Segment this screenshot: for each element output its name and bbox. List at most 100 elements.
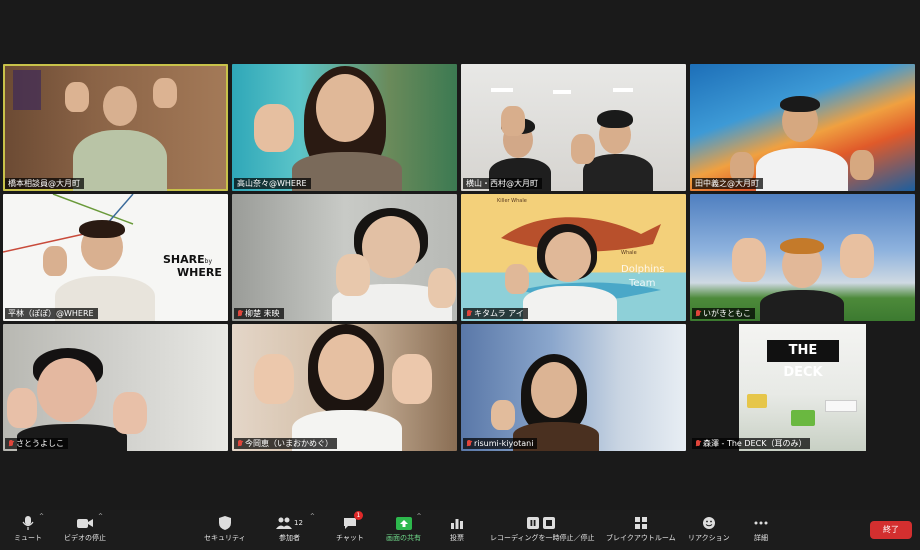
chair: [747, 394, 767, 408]
waving-hand: [113, 392, 147, 434]
chevron-up-icon[interactable]: ^: [39, 513, 44, 520]
participant-head: [531, 362, 577, 418]
participant-hair: [780, 238, 824, 254]
participant-name-tag: 平林（ぽぽ）@WHERE: [5, 308, 98, 319]
end-meeting-button[interactable]: 終了: [870, 521, 912, 539]
waving-hand: [254, 104, 294, 152]
waving-hand: [336, 254, 370, 296]
video-tile[interactable]: SHAREby WHERE 平林（ぽぽ）@WHERE: [3, 194, 228, 321]
reactions-button[interactable]: リアクション: [688, 514, 730, 543]
grid-icon: [634, 517, 647, 529]
participant-name-tag: 柳楚 未映: [234, 308, 284, 319]
muted-mic-icon: [8, 439, 14, 448]
muted-mic-icon: [237, 309, 243, 318]
participant-body: [756, 148, 848, 191]
shared-image: THE DECK: [739, 324, 866, 451]
recording-button[interactable]: レコーディングを一時停止／停止: [490, 514, 595, 543]
video-tile[interactable]: 高山奈々@WHERE: [232, 64, 457, 191]
participants-icon: [276, 517, 292, 529]
video-tile[interactable]: 今岡恵（いまおかめぐ）: [232, 324, 457, 451]
waving-hand: [850, 150, 874, 180]
waving-hand: [7, 388, 37, 428]
share-screen-icon: [395, 516, 412, 530]
chat-button[interactable]: 1 チャット: [336, 511, 364, 543]
muted-mic-icon: [466, 439, 472, 448]
smiley-icon: [702, 517, 715, 529]
participant-name-tag: 今岡恵（いまおかめぐ）: [234, 438, 337, 449]
waving-hand: [428, 268, 456, 308]
participant-body: [760, 290, 844, 321]
participant-hair: [79, 220, 125, 238]
video-tile[interactable]: さとうよしこ: [3, 324, 228, 451]
share-by-where-logo: SHAREby WHERE: [163, 253, 222, 279]
chevron-up-icon[interactable]: ^: [310, 513, 315, 520]
video-tile[interactable]: risumi-kiyotani: [461, 324, 686, 451]
participant-head: [318, 334, 374, 400]
the-deck-logo: THE DECK: [767, 340, 839, 380]
wall-decoration: [13, 70, 41, 110]
participant-head: [545, 232, 591, 282]
video-tile[interactable]: THE DECK 森澤 - The DECK（耳のみ）: [690, 324, 915, 451]
muted-mic-icon: [695, 309, 701, 318]
participant-name-tag: 高山奈々@WHERE: [234, 178, 311, 189]
participant-hair: [597, 110, 633, 128]
chat-badge: 1: [353, 511, 363, 520]
waving-hand: [840, 234, 874, 278]
video-tile[interactable]: Killer Whale Whale Dolphins Team キタムラ アイ: [461, 194, 686, 321]
muted-mic-icon: [695, 439, 701, 448]
more-button[interactable]: 詳細: [754, 514, 768, 543]
participant-head: [37, 358, 97, 422]
video-tile[interactable]: 柳楚 未映: [232, 194, 457, 321]
participant-name-tag: 横山・西村@大月町: [463, 178, 542, 189]
participant-body: [73, 130, 167, 191]
participant-head: [362, 216, 420, 278]
participant-hair: [780, 96, 820, 112]
chevron-up-icon[interactable]: ^: [98, 513, 103, 520]
waving-hand: [505, 264, 529, 294]
share-screen-button[interactable]: ^ 画面の共有: [386, 513, 422, 543]
bar-chart-icon: [451, 519, 463, 529]
meeting-toolbar: ^ ミュート ^ ビデオの停止 セキュリティ 12 ^ 参加者 1 チャット ^ …: [0, 510, 920, 550]
video-tile[interactable]: 田中義之@大月町: [690, 64, 915, 191]
ceiling-light: [553, 90, 571, 94]
chair: [791, 410, 815, 426]
waving-hand: [43, 246, 67, 276]
participant-name-tag: risumi-kiyotani: [463, 438, 538, 449]
muted-mic-icon: [237, 439, 243, 448]
waving-hand: [254, 354, 294, 404]
poll-button[interactable]: 投票: [450, 514, 464, 543]
security-button[interactable]: セキュリティ: [204, 514, 246, 543]
ceiling-light: [613, 88, 633, 92]
chevron-up-icon[interactable]: ^: [416, 513, 421, 520]
waving-hand: [732, 238, 766, 282]
mute-button[interactable]: ^ ミュート: [14, 513, 44, 543]
shield-icon: [218, 516, 231, 530]
pause-stop-icon: [527, 517, 556, 529]
participant-name-tag: キタムラ アイ: [463, 308, 528, 319]
more-dots-icon: [754, 521, 768, 525]
waving-hand: [491, 400, 515, 430]
participant-name-tag: 森澤 - The DECK（耳のみ）: [692, 438, 811, 449]
participants-button[interactable]: 12 ^ 参加者: [276, 513, 315, 543]
participant-body: [583, 154, 653, 191]
waving-hand: [392, 354, 432, 404]
muted-mic-icon: [466, 309, 472, 318]
participant-name-tag: さとうよしこ: [5, 438, 68, 449]
participant-name-tag: いがきともこ: [692, 308, 755, 319]
participant-name-tag: 田中義之@大月町: [692, 178, 763, 189]
participant-body: [523, 286, 617, 321]
ceiling-light: [491, 88, 513, 92]
participant-head: [103, 86, 137, 126]
stop-video-button[interactable]: ^ ビデオの停止: [64, 513, 106, 543]
participant-name-tag: 橋本相談員@大月町: [5, 178, 84, 189]
participant-head: [316, 74, 374, 142]
participants-count: 12: [294, 519, 303, 527]
video-tile[interactable]: 横山・西村@大月町: [461, 64, 686, 191]
video-tile[interactable]: いがきともこ: [690, 194, 915, 321]
breakout-rooms-button[interactable]: ブレイクアウトルーム: [606, 514, 676, 543]
video-tile[interactable]: 橋本相談員@大月町: [3, 64, 228, 191]
video-camera-icon: [77, 519, 93, 528]
waving-hand: [501, 106, 525, 136]
waving-hand: [153, 78, 177, 108]
waving-hand: [571, 134, 595, 164]
